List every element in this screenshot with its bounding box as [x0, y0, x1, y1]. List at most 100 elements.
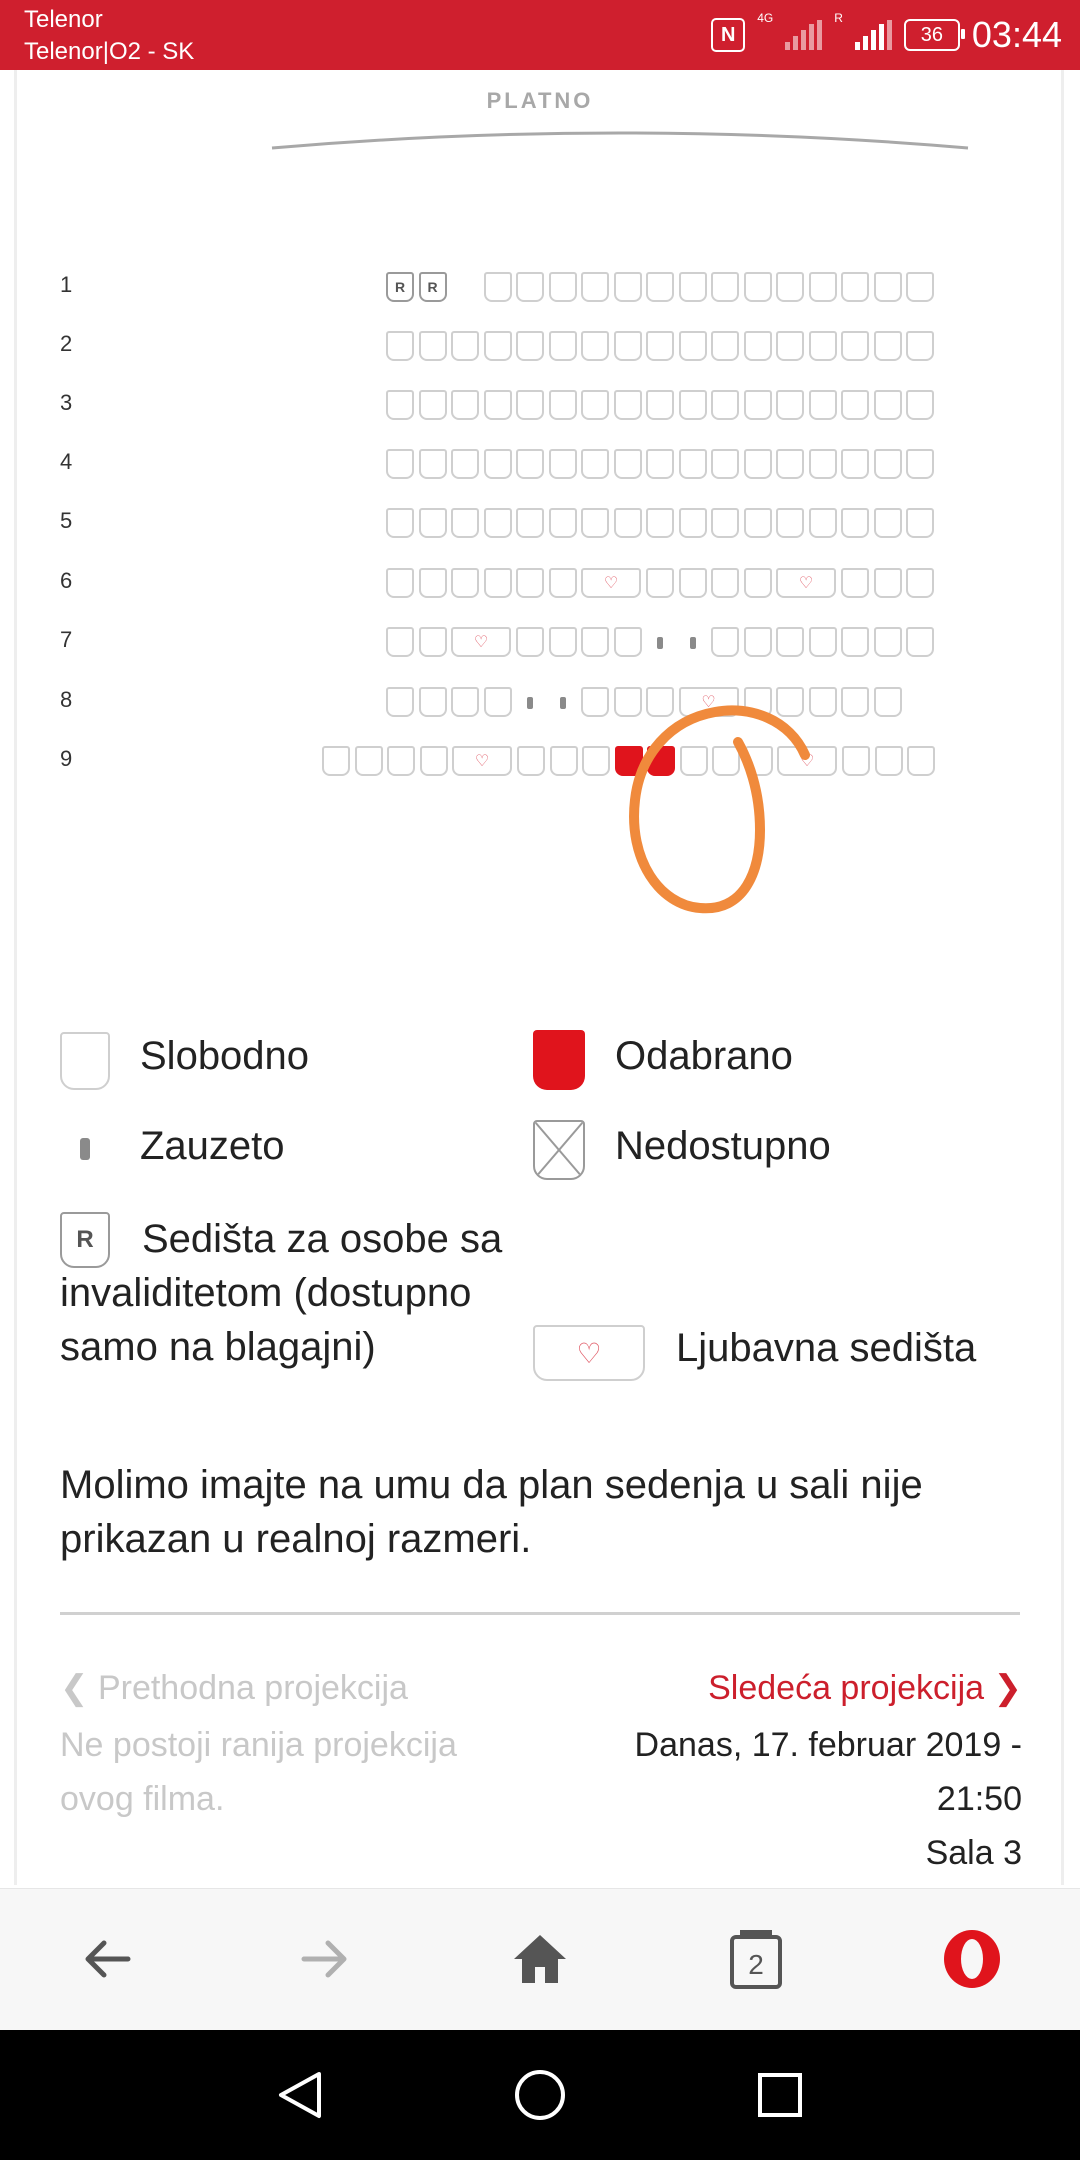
- seat[interactable]: [776, 272, 804, 302]
- seat[interactable]: [548, 568, 577, 598]
- love-seat[interactable]: ♡: [777, 746, 837, 776]
- seat[interactable]: [842, 746, 870, 776]
- seat[interactable]: [613, 687, 642, 717]
- seat[interactable]: [516, 272, 544, 302]
- seat[interactable]: [646, 272, 674, 302]
- seat[interactable]: [873, 508, 902, 538]
- seat[interactable]: [711, 272, 739, 302]
- selected-seat[interactable]: [647, 746, 675, 776]
- seat[interactable]: [548, 331, 577, 361]
- seat[interactable]: [451, 449, 479, 479]
- seat[interactable]: [387, 746, 415, 776]
- seat[interactable]: [841, 449, 869, 479]
- seat[interactable]: [743, 390, 772, 420]
- seat[interactable]: [581, 449, 609, 479]
- seat[interactable]: [711, 390, 739, 420]
- seat[interactable]: [516, 390, 544, 420]
- home-circle-icon[interactable]: [505, 2060, 575, 2130]
- seat[interactable]: [678, 449, 707, 479]
- seat[interactable]: [776, 508, 804, 538]
- seat[interactable]: [613, 390, 642, 420]
- seat[interactable]: [646, 508, 674, 538]
- love-seat[interactable]: ♡: [776, 568, 836, 598]
- seat[interactable]: [776, 390, 804, 420]
- love-seat[interactable]: ♡: [678, 687, 739, 717]
- seat[interactable]: [418, 331, 447, 361]
- seat[interactable]: [841, 331, 869, 361]
- seat[interactable]: [743, 508, 772, 538]
- seat[interactable]: [776, 627, 804, 657]
- home-icon[interactable]: [500, 1919, 580, 1999]
- seat[interactable]: [841, 568, 869, 598]
- seat[interactable]: [613, 508, 642, 538]
- seat[interactable]: [516, 508, 544, 538]
- seat[interactable]: [516, 568, 544, 598]
- seat[interactable]: [679, 746, 708, 776]
- seat[interactable]: [581, 687, 609, 717]
- seat[interactable]: [808, 687, 837, 717]
- seat[interactable]: [483, 272, 512, 302]
- seat[interactable]: [711, 627, 739, 657]
- seat[interactable]: [873, 449, 902, 479]
- seat[interactable]: [451, 568, 479, 598]
- seat[interactable]: [678, 331, 707, 361]
- seat[interactable]: [808, 331, 837, 361]
- seat[interactable]: [386, 627, 414, 657]
- seat[interactable]: [678, 568, 707, 598]
- love-seat[interactable]: ♡: [451, 627, 511, 657]
- seat[interactable]: [483, 390, 512, 420]
- seat[interactable]: [418, 449, 447, 479]
- seat[interactable]: [841, 508, 869, 538]
- previous-screening-link[interactable]: ❮ Prethodna projekcija: [60, 1668, 408, 1708]
- seat[interactable]: [517, 746, 545, 776]
- seat[interactable]: [548, 449, 577, 479]
- recents-square-icon[interactable]: [745, 2060, 815, 2130]
- seat[interactable]: [906, 508, 934, 538]
- seat[interactable]: [646, 390, 674, 420]
- seat[interactable]: [808, 390, 837, 420]
- seat[interactable]: [419, 746, 448, 776]
- seat[interactable]: [322, 746, 350, 776]
- seat[interactable]: [646, 331, 674, 361]
- seat[interactable]: [354, 746, 383, 776]
- seat[interactable]: [613, 627, 642, 657]
- seat[interactable]: [451, 390, 479, 420]
- tabs-icon[interactable]: 2: [716, 1919, 796, 1999]
- seat[interactable]: [613, 272, 642, 302]
- seat[interactable]: [418, 627, 447, 657]
- seat[interactable]: [386, 687, 414, 717]
- seat[interactable]: [613, 449, 642, 479]
- seat[interactable]: [776, 331, 804, 361]
- seat[interactable]: [548, 627, 577, 657]
- seat[interactable]: [906, 627, 934, 657]
- seat[interactable]: [386, 508, 414, 538]
- love-seat[interactable]: ♡: [452, 746, 512, 776]
- seat[interactable]: [808, 508, 837, 538]
- seat[interactable]: [743, 449, 772, 479]
- seat[interactable]: [711, 568, 739, 598]
- seat[interactable]: [906, 568, 934, 598]
- seat[interactable]: [386, 449, 414, 479]
- seat[interactable]: [841, 627, 869, 657]
- forward-icon[interactable]: [284, 1919, 364, 1999]
- seat[interactable]: [743, 568, 772, 598]
- seat[interactable]: [646, 687, 674, 717]
- seat[interactable]: [873, 627, 902, 657]
- seat[interactable]: [841, 687, 869, 717]
- seat[interactable]: [678, 508, 707, 538]
- seat[interactable]: [548, 508, 577, 538]
- seat[interactable]: [678, 272, 707, 302]
- seat[interactable]: [483, 568, 512, 598]
- seat[interactable]: [451, 508, 479, 538]
- seat[interactable]: [712, 746, 740, 776]
- seat[interactable]: [451, 687, 479, 717]
- selected-seat[interactable]: [614, 746, 643, 776]
- seat[interactable]: [451, 331, 479, 361]
- seat[interactable]: [516, 627, 544, 657]
- seat[interactable]: [418, 687, 447, 717]
- seat[interactable]: [581, 627, 609, 657]
- seat[interactable]: [711, 508, 739, 538]
- seat[interactable]: [646, 449, 674, 479]
- seat[interactable]: [873, 331, 902, 361]
- seat[interactable]: [581, 272, 609, 302]
